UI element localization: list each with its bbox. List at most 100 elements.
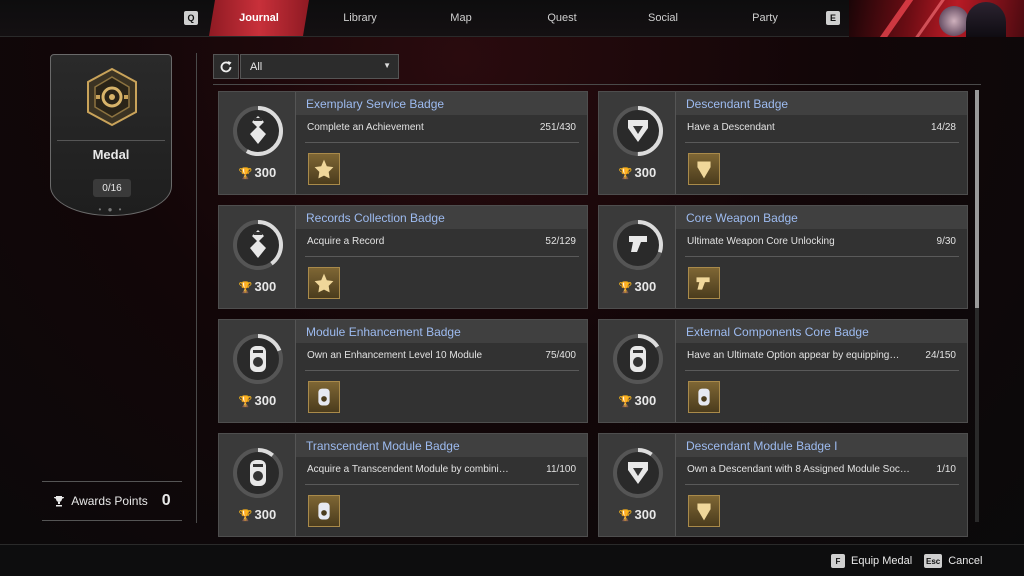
reward-icon[interactable] xyxy=(688,153,720,185)
badge-progress: 1/10 xyxy=(936,464,956,475)
module-badge-icon xyxy=(233,448,283,498)
prev-tab-key[interactable]: Q xyxy=(184,11,198,25)
top-navigation: Q Journal Library Map Quest Social Party… xyxy=(0,0,1024,37)
reward-icon[interactable] xyxy=(688,381,720,413)
trophy-icon: 🏆 xyxy=(238,168,253,180)
descendant-badge-icon xyxy=(613,448,663,498)
medal-count: 0/16 xyxy=(93,179,131,197)
divider xyxy=(685,484,959,485)
badge-emblem-area: 🏆 300 xyxy=(219,434,296,536)
awards-points: Awards Points 0 xyxy=(42,481,182,521)
cancel-key: Esc xyxy=(924,554,943,568)
badge-title: Core Weapon Badge xyxy=(676,206,967,229)
medal-dots-decoration: • ● • xyxy=(98,205,124,214)
badge-description: Have a Descendant xyxy=(687,122,775,133)
gold-descendant-reward-icon xyxy=(697,161,711,179)
divider xyxy=(196,53,197,523)
medal-title: Medal xyxy=(92,147,130,162)
reward-icon[interactable] xyxy=(688,267,720,299)
badge-progress: 52/129 xyxy=(545,236,576,247)
badge-progress: 11/100 xyxy=(546,464,576,475)
trophy-icon: 🏆 xyxy=(618,282,633,294)
badge-card[interactable]: 🏆 300 Descendant Badge Have a Descendant … xyxy=(598,91,968,195)
service-badge-icon xyxy=(233,106,283,156)
divider xyxy=(305,484,579,485)
badge-points: 🏆 300 xyxy=(238,507,277,522)
trophy-icon: 🏆 xyxy=(238,282,253,294)
weapon-badge-icon xyxy=(613,220,663,270)
divider xyxy=(305,370,579,371)
badge-title: External Components Core Badge xyxy=(676,320,967,343)
badge-progress: 9/30 xyxy=(936,236,956,247)
badge-card[interactable]: 🏆 300 Module Enhancement Badge Own an Enh… xyxy=(218,319,588,423)
badge-card[interactable]: 🏆 300 Exemplary Service Badge Complete an… xyxy=(218,91,588,195)
tab-quest[interactable]: Quest xyxy=(512,0,612,36)
badge-emblem-area: 🏆 300 xyxy=(219,320,296,422)
badge-points: 🏆 300 xyxy=(618,279,657,294)
divider xyxy=(685,370,959,371)
gold-weapon-reward-icon xyxy=(696,277,710,290)
badge-progress: 24/150 xyxy=(925,350,956,361)
badge-card[interactable]: 🏆 300 Descendant Module Badge I Own a Des… xyxy=(598,433,968,537)
equip-medal-button[interactable]: F Equip Medal xyxy=(831,554,912,568)
medal-panel[interactable]: Medal 0/16 • ● • xyxy=(50,54,172,216)
badge-progress: 251/430 xyxy=(539,122,576,133)
next-tab-key[interactable]: E xyxy=(826,11,840,25)
cancel-button[interactable]: Esc Cancel xyxy=(924,554,982,568)
refresh-button[interactable] xyxy=(213,54,239,79)
gold-star-reward-icon xyxy=(314,273,334,293)
badge-card[interactable]: 🏆 300 Transcendent Module Badge Acquire a… xyxy=(218,433,588,537)
filter-selected: All xyxy=(250,60,263,73)
module-badge-icon xyxy=(613,334,663,384)
badge-title: Module Enhancement Badge xyxy=(296,320,587,343)
divider xyxy=(685,256,959,257)
awards-value: 0 xyxy=(161,492,171,509)
badge-points: 🏆 300 xyxy=(238,279,277,294)
equip-label: Equip Medal xyxy=(851,555,913,567)
tab-library[interactable]: Library xyxy=(310,0,410,36)
badge-points: 🏆 300 xyxy=(238,165,277,180)
badge-title: Transcendent Module Badge xyxy=(296,434,587,457)
badge-progress: 14/28 xyxy=(930,122,956,133)
divider xyxy=(685,142,959,143)
descendant-badge-icon xyxy=(613,106,663,156)
trophy-icon: 🏆 xyxy=(618,510,633,522)
trophy-icon: 🏆 xyxy=(238,510,253,522)
badge-title: Records Collection Badge xyxy=(296,206,587,229)
reward-icon[interactable] xyxy=(308,153,340,185)
filter-dropdown[interactable]: All ▼ xyxy=(240,54,399,79)
badge-points: 🏆 300 xyxy=(238,393,277,408)
divider xyxy=(305,256,579,257)
badge-emblem-area: 🏆 300 xyxy=(599,320,676,422)
scrollbar-thumb[interactable] xyxy=(975,90,979,308)
tab-map[interactable]: Map xyxy=(411,0,511,36)
reward-icon[interactable] xyxy=(308,381,340,413)
gold-module-reward-icon xyxy=(698,388,710,406)
badge-card[interactable]: 🏆 300 External Components Core Badge Have… xyxy=(598,319,968,423)
badge-emblem-area: 🏆 300 xyxy=(219,92,296,194)
gold-module-reward-icon xyxy=(318,502,330,520)
badge-progress: 75/400 xyxy=(545,350,576,361)
tab-party[interactable]: Party xyxy=(715,0,815,36)
refresh-icon xyxy=(220,60,232,72)
reward-icon[interactable] xyxy=(308,267,340,299)
tab-social[interactable]: Social xyxy=(613,0,713,36)
reward-icon[interactable] xyxy=(308,495,340,527)
badge-emblem-area: 🏆 300 xyxy=(599,206,676,308)
reward-icon[interactable] xyxy=(688,495,720,527)
badge-card[interactable]: 🏆 300 Core Weapon Badge Ultimate Weapon C… xyxy=(598,205,968,309)
badge-emblem-area: 🏆 300 xyxy=(599,92,676,194)
badge-description: Acquire a Transcendent Module by combini… xyxy=(307,464,509,475)
gold-module-reward-icon xyxy=(318,388,330,406)
badge-card[interactable]: 🏆 300 Records Collection Badge Acquire a … xyxy=(218,205,588,309)
awards-label: Awards Points xyxy=(71,494,148,508)
scrollbar[interactable] xyxy=(975,90,979,522)
records-badge-icon xyxy=(233,220,283,270)
tab-journal[interactable]: Journal xyxy=(209,0,309,36)
equip-key: F xyxy=(831,554,845,568)
divider xyxy=(213,84,981,85)
trophy-icon: 🏆 xyxy=(238,396,253,408)
badge-title: Descendant Badge xyxy=(676,92,967,115)
medal-hexagon-icon xyxy=(87,67,137,127)
gold-descendant-reward-icon xyxy=(697,503,711,521)
